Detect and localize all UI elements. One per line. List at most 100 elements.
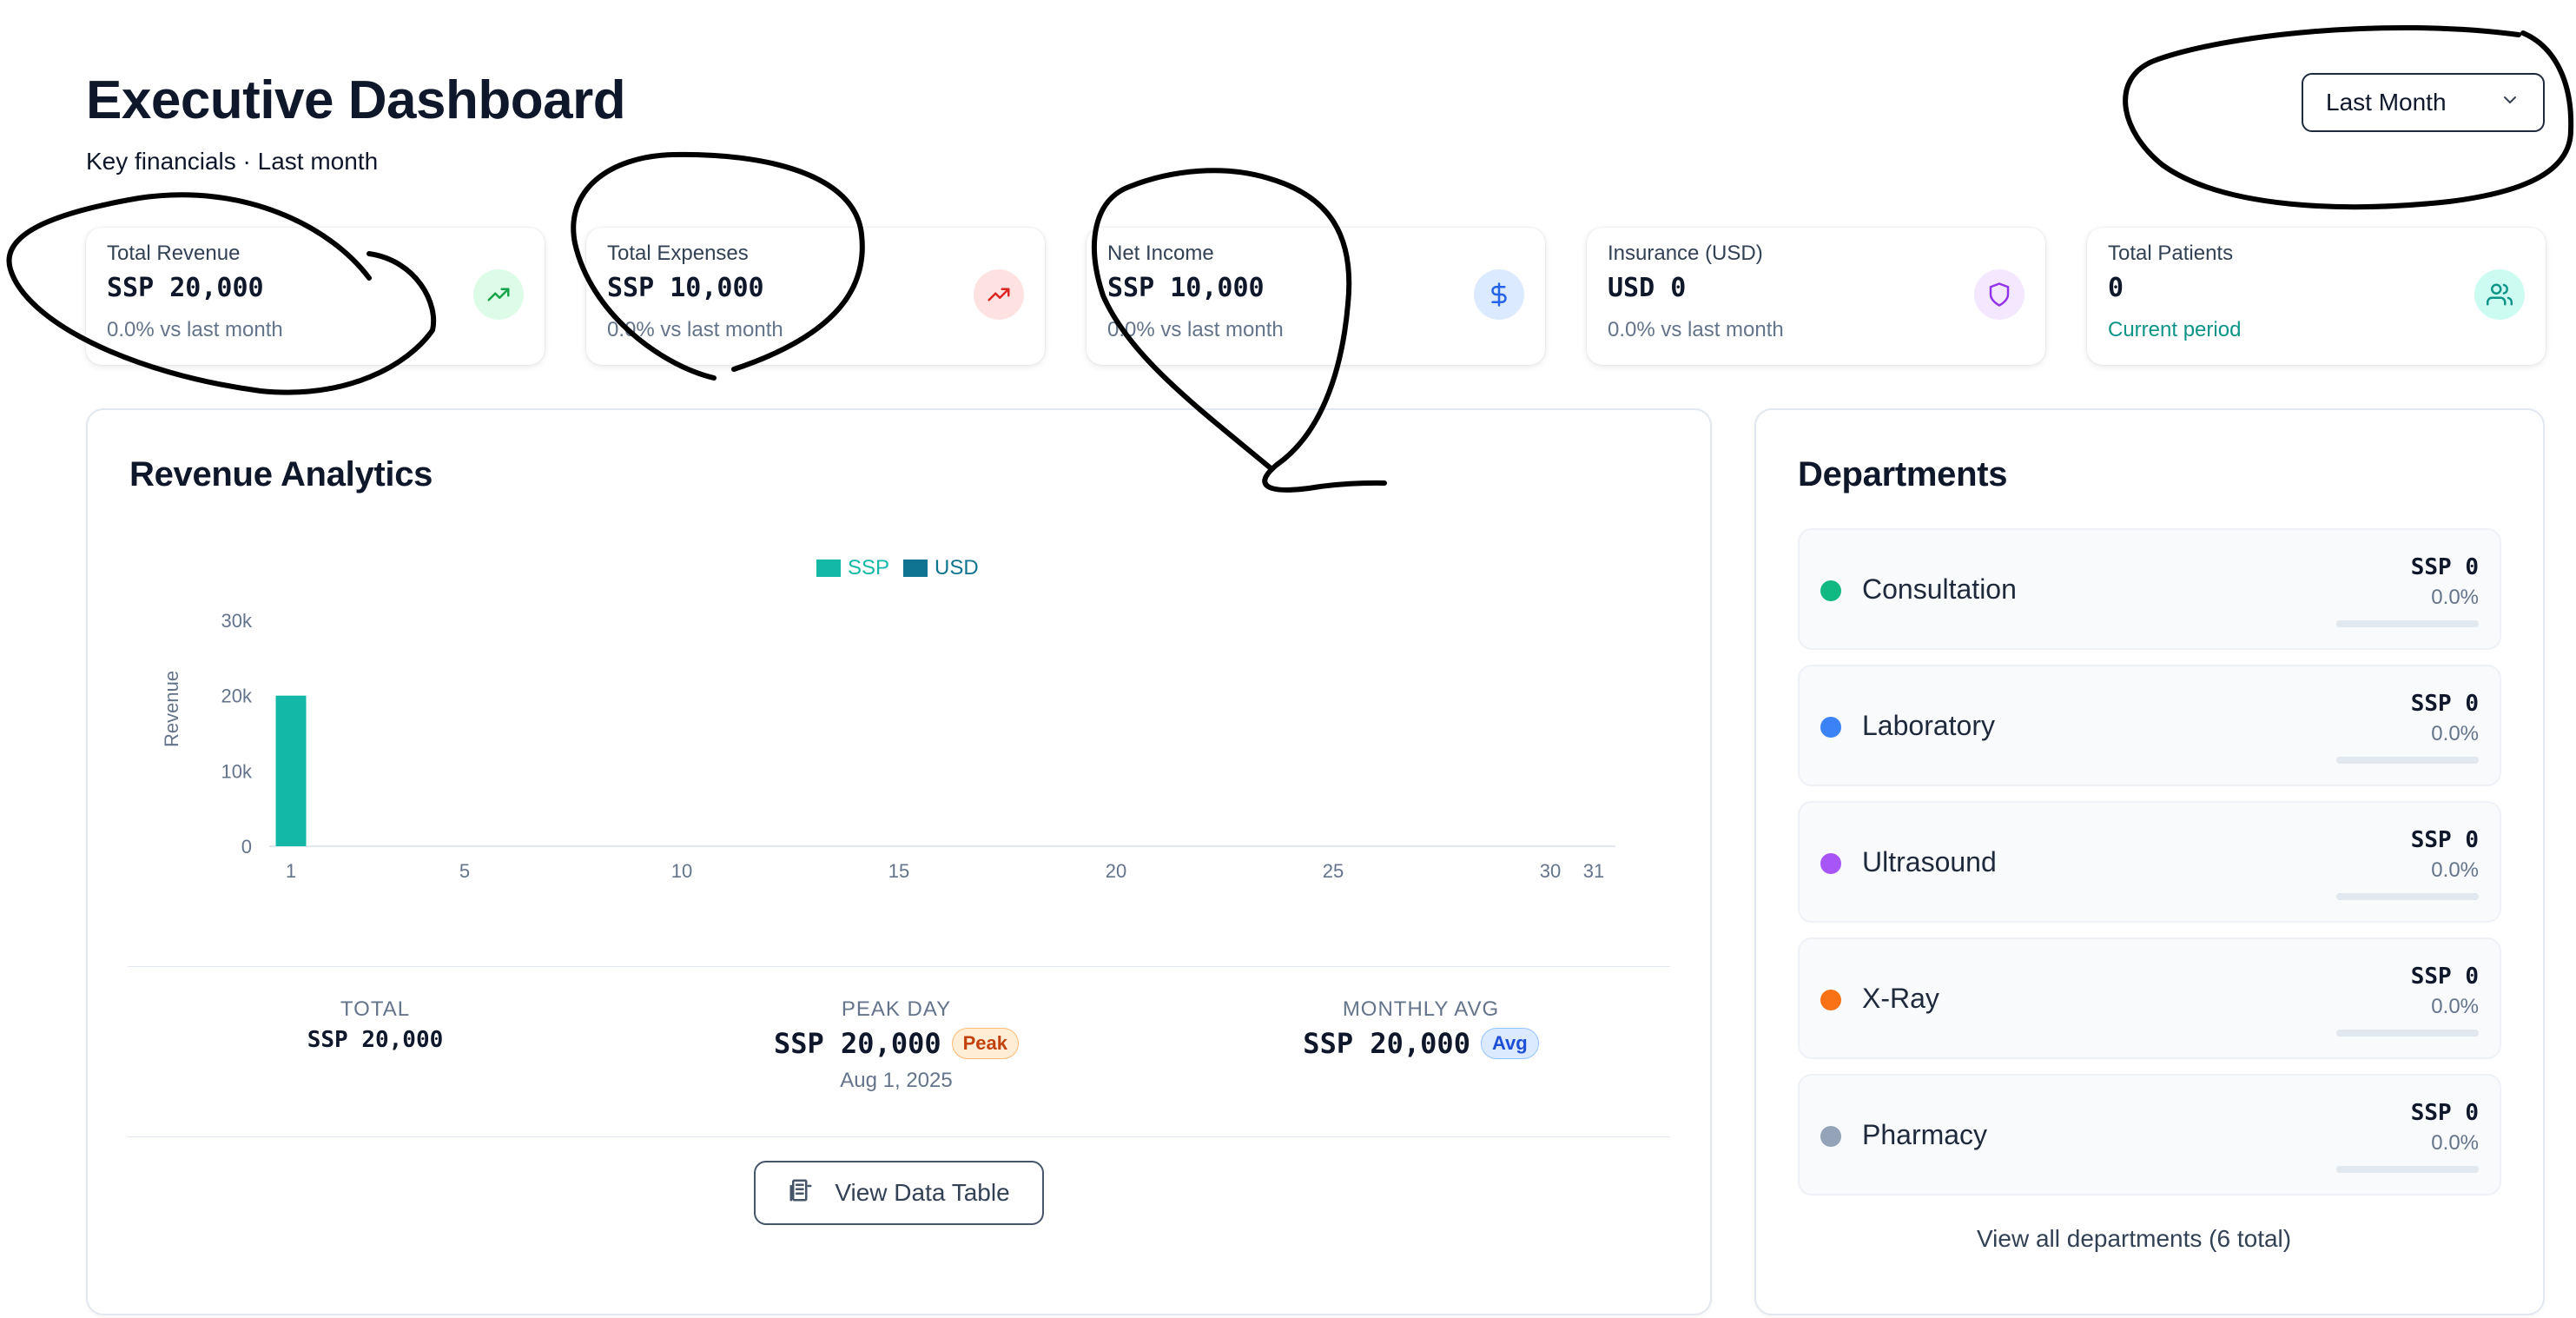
kpi-value: SSP 10,000 xyxy=(607,273,764,303)
kpi-label: Total Patients xyxy=(2108,242,2234,265)
peak-date: Aug 1, 2025 xyxy=(840,1069,953,1092)
legend-swatch xyxy=(903,560,928,577)
department-amount: SSP 0 xyxy=(2410,964,2479,990)
page-subtitle: Key financials · Last month xyxy=(86,148,379,175)
view-data-table-label: View Data Table xyxy=(835,1179,1010,1206)
trending-up-icon xyxy=(473,269,524,320)
kpi-card-total-revenue: Total Revenue SSP 20,000 0.0% vs last mo… xyxy=(86,228,545,365)
department-percent: 0.0% xyxy=(2431,586,2479,609)
department-dot xyxy=(1820,990,1841,1010)
kpi-value: USD 0 xyxy=(1608,273,1687,303)
x-tick-label: 25 xyxy=(1323,860,1344,882)
stat-label: TOTAL xyxy=(340,997,411,1021)
y-tick-label: 20k xyxy=(221,685,253,707)
divider xyxy=(128,1136,1670,1137)
stat-label: PEAK DAY xyxy=(841,997,952,1021)
department-item-pharmacy[interactable]: Pharmacy SSP 0 0.0% xyxy=(1798,1074,2501,1195)
x-tick-label: 5 xyxy=(459,860,470,882)
kpi-card-total-expenses: Total Expenses SSP 10,000 0.0% vs last m… xyxy=(586,228,1045,365)
kpi-label: Insurance (USD) xyxy=(1608,242,1763,265)
department-percent: 0.0% xyxy=(2431,858,2479,882)
x-tick-label: 30 xyxy=(1540,860,1561,882)
stat-label: MONTHLY AVG xyxy=(1342,997,1500,1021)
stat-value-row: SSP 20,000 Avg xyxy=(1303,1027,1539,1060)
department-share-bar xyxy=(2336,893,2479,900)
legend-swatch xyxy=(816,560,841,577)
view-all-departments-link[interactable]: View all departments (6 total) xyxy=(1977,1225,2291,1253)
stat-monthly-avg: MONTHLY AVG SSP 20,000 Avg xyxy=(1247,997,1595,1060)
dollar-icon xyxy=(1474,269,1524,320)
period-select[interactable]: Last Month xyxy=(2302,73,2545,132)
stat-value: SSP 20,000 xyxy=(307,1027,444,1053)
department-dot xyxy=(1820,717,1841,738)
department-dot xyxy=(1820,580,1841,601)
kpi-label: Total Expenses xyxy=(607,242,749,265)
department-item-consultation[interactable]: Consultation SSP 0 0.0% xyxy=(1798,528,2501,650)
chart-legend: SSP USD xyxy=(816,556,979,580)
kpi-change: 0.0% vs last month xyxy=(107,318,283,341)
department-name: X-Ray xyxy=(1862,983,1939,1014)
period-select-value: Last Month xyxy=(2326,89,2447,116)
department-name: Pharmacy xyxy=(1862,1119,1988,1150)
legend-item-usd[interactable]: USD xyxy=(903,556,979,580)
legend-label: SSP xyxy=(848,556,890,580)
revenue-bar-chart: 010k20k30k1 5 10 15 20 25 30 31 xyxy=(221,610,1615,882)
page-title: Executive Dashboard xyxy=(86,70,626,130)
legend-label: USD xyxy=(935,556,979,580)
x-tick-label: 15 xyxy=(888,860,909,882)
view-data-table-button[interactable]: View Data Table xyxy=(754,1161,1044,1225)
department-percent: 0.0% xyxy=(2431,1131,2479,1155)
department-name: Laboratory xyxy=(1862,710,1995,741)
avg-badge: Avg xyxy=(1480,1028,1539,1059)
department-dot xyxy=(1820,1126,1841,1147)
kpi-change: 0.0% vs last month xyxy=(1608,318,1784,341)
department-share-bar xyxy=(2336,1030,2479,1037)
department-item-ultrasound[interactable]: Ultrasound SSP 0 0.0% xyxy=(1798,801,2501,923)
shield-icon xyxy=(1974,269,2024,320)
x-tick-label: 10 xyxy=(671,860,692,882)
x-tick-label: 31 xyxy=(1583,860,1604,882)
trending-up-icon xyxy=(974,269,1024,320)
y-tick-label: 0 xyxy=(241,836,252,858)
departments-title: Departments xyxy=(1798,455,2008,493)
y-tick-label: 10k xyxy=(221,760,253,782)
department-item-x-ray[interactable]: X-Ray SSP 0 0.0% xyxy=(1798,937,2501,1059)
kpi-value: 0 xyxy=(2108,273,2124,303)
department-dot xyxy=(1820,853,1841,874)
legend-item-ssp[interactable]: SSP xyxy=(816,556,889,580)
kpi-value: SSP 10,000 xyxy=(1107,273,1265,303)
department-amount: SSP 0 xyxy=(2410,1100,2479,1126)
y-tick-label: 30k xyxy=(221,610,253,632)
department-amount: SSP 0 xyxy=(2410,827,2479,853)
department-name: Ultrasound xyxy=(1862,846,1997,878)
kpi-change: 0.0% vs last month xyxy=(1107,318,1284,341)
revenue-analytics-title: Revenue Analytics xyxy=(129,455,433,493)
x-tick-label: 1 xyxy=(286,860,296,882)
department-share-bar xyxy=(2336,1166,2479,1173)
department-percent: 0.0% xyxy=(2431,722,2479,745)
department-item-laboratory[interactable]: Laboratory SSP 0 0.0% xyxy=(1798,665,2501,786)
bar-ssp xyxy=(275,695,307,846)
stat-value-row: SSP 20,000 Peak xyxy=(773,1027,1020,1060)
kpi-label: Net Income xyxy=(1107,242,1214,265)
stat-value: SSP 20,000 xyxy=(773,1027,941,1060)
stat-peak-day: PEAK DAY SSP 20,000 Peak Aug 1, 2025 xyxy=(723,997,1070,1093)
users-icon xyxy=(2474,269,2525,320)
kpi-card-net-income: Net Income SSP 10,000 0.0% vs last month xyxy=(1087,228,1545,365)
chevron-down-icon xyxy=(2500,89,2520,116)
kpi-label: Total Revenue xyxy=(107,242,241,265)
department-share-bar xyxy=(2336,620,2479,627)
kpi-change: 0.0% vs last month xyxy=(607,318,783,341)
kpi-value: SSP 20,000 xyxy=(107,273,264,303)
stat-total: TOTAL SSP 20,000 xyxy=(236,997,514,1053)
divider xyxy=(128,966,1670,967)
department-share-bar xyxy=(2336,757,2479,764)
peak-badge: Peak xyxy=(951,1028,1020,1059)
department-percent: 0.0% xyxy=(2431,995,2479,1018)
table-icon xyxy=(788,1177,814,1209)
department-name: Consultation xyxy=(1862,573,2017,605)
department-amount: SSP 0 xyxy=(2410,554,2479,580)
stat-value: SSP 20,000 xyxy=(1303,1027,1470,1060)
kpi-card-total-patients: Total Patients 0 Current period xyxy=(2087,228,2546,365)
department-amount: SSP 0 xyxy=(2410,691,2479,717)
